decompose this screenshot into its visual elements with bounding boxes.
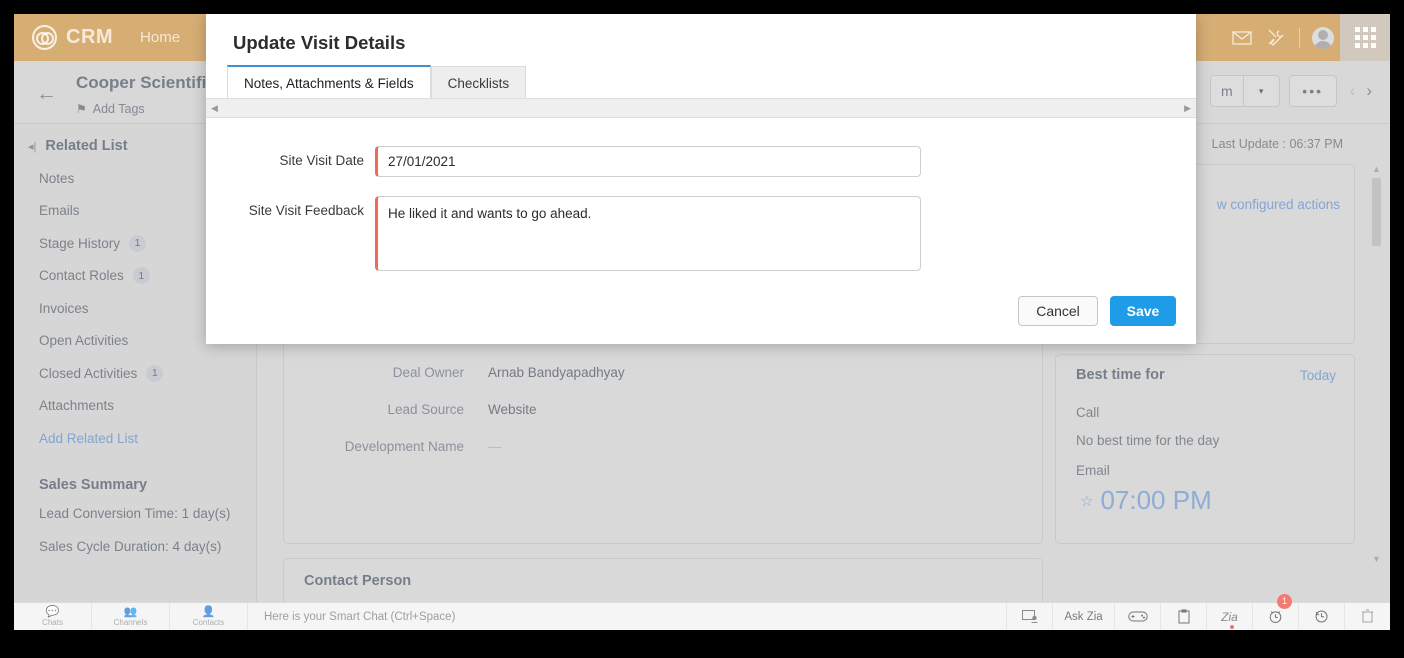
cancel-button[interactable]: Cancel <box>1018 296 1098 326</box>
site-visit-feedback-label: Site Visit Feedback <box>248 203 364 218</box>
scroll-left-icon[interactable]: ◀ <box>211 103 218 114</box>
modal-horizontal-scrollbar[interactable]: ◀ ▶ <box>206 98 1196 118</box>
modal-footer: Cancel Save <box>1018 296 1176 326</box>
site-visit-feedback-input[interactable] <box>375 196 921 271</box>
tab-notes-attachments-fields[interactable]: Notes, Attachments & Fields <box>227 65 431 99</box>
site-visit-feedback-field: Site Visit Feedback <box>216 196 921 271</box>
application-window: CRM Home Dev <box>14 14 1390 630</box>
modal-tabs: Notes, Attachments & Fields Checklists <box>227 65 527 99</box>
site-visit-date-input[interactable] <box>375 146 921 177</box>
screenshot-root: CRM Home Dev <box>0 0 1404 658</box>
scroll-right-icon[interactable]: ▶ <box>1184 103 1191 114</box>
update-visit-details-modal: Update Visit Details Notes, Attachments … <box>206 14 1196 344</box>
modal-title: Update Visit Details <box>233 32 406 53</box>
save-button[interactable]: Save <box>1110 296 1176 326</box>
tab-checklists[interactable]: Checklists <box>430 66 527 99</box>
site-visit-date-label: Site Visit Date <box>279 153 364 168</box>
site-visit-date-field: Site Visit Date <box>216 146 921 177</box>
